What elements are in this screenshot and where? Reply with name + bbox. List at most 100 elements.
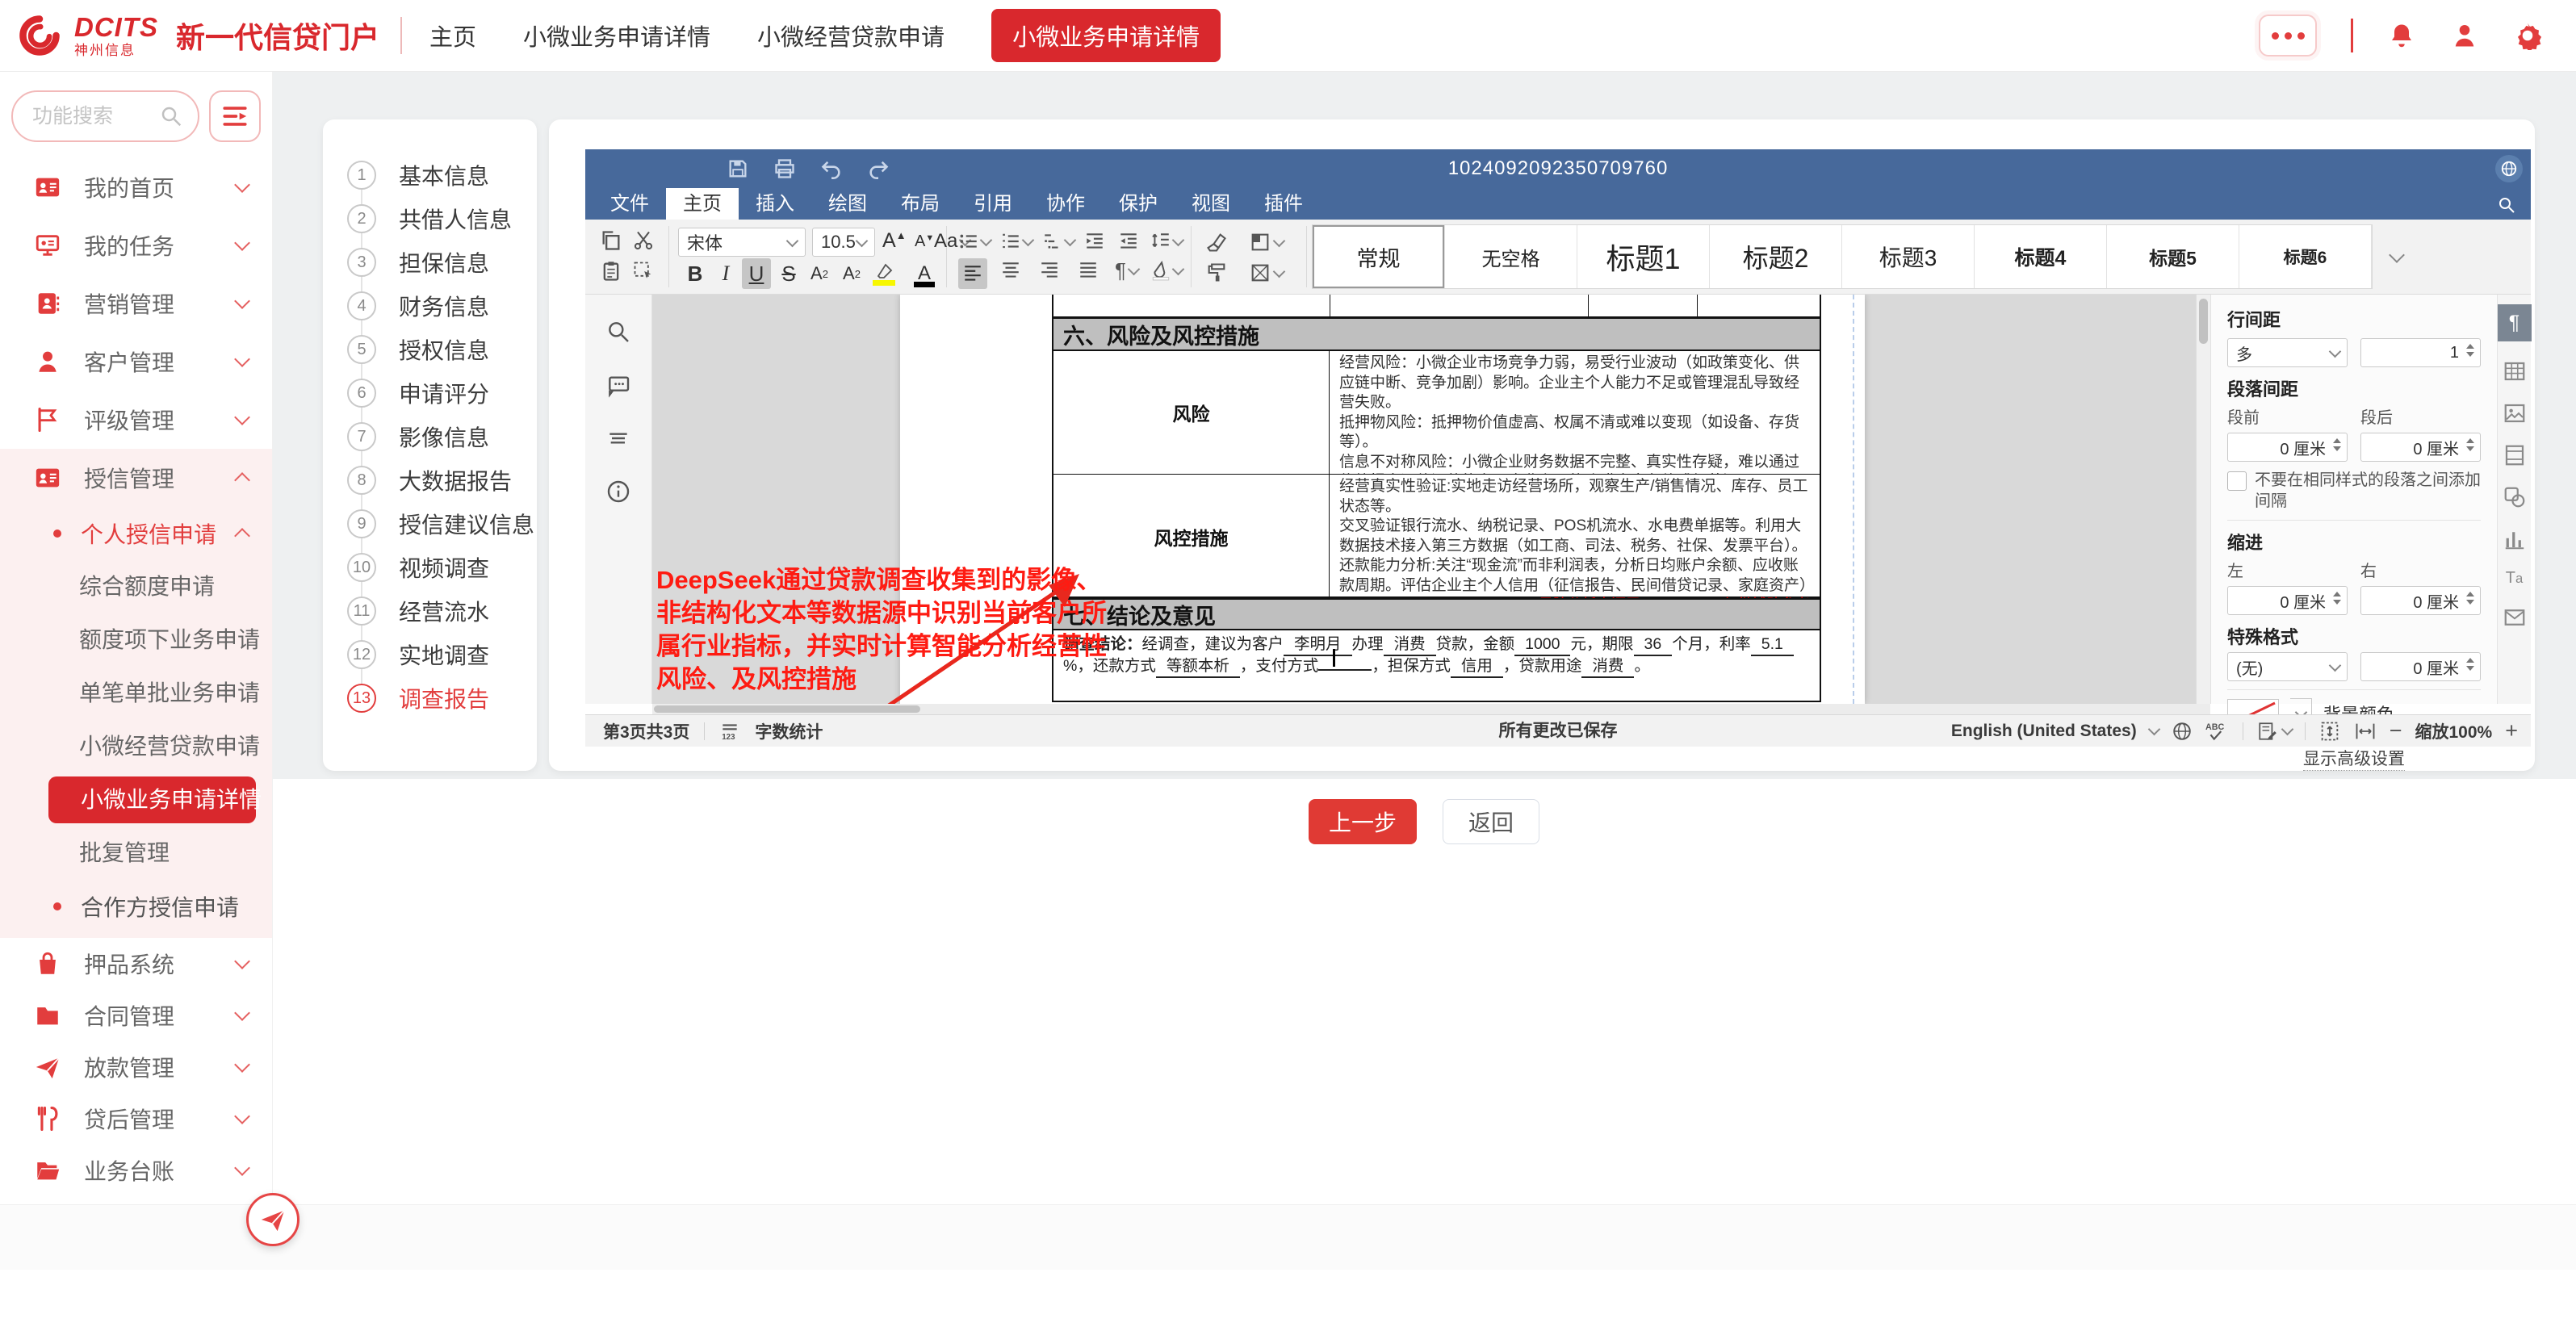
spellcheck-icon[interactable]: ABC <box>2205 721 2230 742</box>
bold-icon[interactable]: B <box>681 258 710 289</box>
info-icon[interactable] <box>605 479 631 504</box>
decrease-indent-icon[interactable] <box>1084 231 1105 252</box>
sidebar-item-post-loan[interactable]: 贷后管理 <box>0 1093 272 1145</box>
font-name-select[interactable]: 宋体 <box>678 228 806 257</box>
wizard-step[interactable]: 6 申请评分 <box>323 371 537 415</box>
align-right-icon[interactable] <box>1039 260 1060 281</box>
multilevel-list-icon[interactable] <box>1042 231 1074 252</box>
increase-font-icon[interactable]: A▲ <box>882 229 907 253</box>
find-icon[interactable] <box>605 319 631 345</box>
fit-page-icon[interactable] <box>2318 720 2341 743</box>
indent-left-stepper[interactable]: 0 厘米 <box>2227 586 2348 615</box>
format-painter-icon[interactable] <box>1205 262 1228 284</box>
sidebar-item-personal-credit[interactable]: 个人授信申请 <box>0 507 272 560</box>
horizontal-scrollbar[interactable] <box>652 704 2210 714</box>
bullet-list-icon[interactable] <box>958 231 991 252</box>
advanced-settings-link[interactable]: 显示高级设置 <box>2227 746 2481 770</box>
highlight-color-icon[interactable] <box>869 257 898 287</box>
save-icon[interactable] <box>727 157 749 180</box>
style-preset[interactable]: 标题2 <box>1710 225 1842 288</box>
table-panel-icon[interactable] <box>2503 359 2527 383</box>
sidebar-item-my-tasks[interactable]: 我的任务 <box>0 216 272 274</box>
sidebar-item-collateral[interactable]: 押品系统 <box>0 938 272 990</box>
header-tab[interactable]: 小微业务申请详情 <box>523 19 710 52</box>
align-justify-icon[interactable] <box>1078 260 1099 281</box>
editor-menu-tab[interactable]: 插件 <box>1247 188 1320 220</box>
mailmerge-panel-icon[interactable] <box>2503 605 2527 630</box>
editor-menu-tab[interactable]: 绘图 <box>811 188 884 220</box>
previous-step-button[interactable]: 上一步 <box>1309 799 1417 844</box>
back-button[interactable]: 返回 <box>1443 799 1539 844</box>
line-spacing-select[interactable]: 多 <box>2227 338 2348 367</box>
editor-menu-tab[interactable]: 协作 <box>1029 188 1102 220</box>
messages-button[interactable] <box>2259 15 2317 57</box>
wizard-step[interactable]: 2 共借人信息 <box>323 197 537 241</box>
sidebar-item-contracts[interactable]: 合同管理 <box>0 990 272 1041</box>
vertical-scrollbar[interactable] <box>2196 295 2210 704</box>
superscript-icon[interactable]: A2 <box>805 258 834 289</box>
clear-format-icon[interactable] <box>1205 231 1228 253</box>
language-selector[interactable]: English (United States) <box>1951 722 2137 741</box>
sidebar-subitem[interactable]: 综合额度申请 <box>0 560 272 613</box>
header-tab[interactable]: 小微业务申请详情 <box>991 9 1221 62</box>
sidebar-item-my-home[interactable]: 我的首页 <box>0 158 272 216</box>
textart-panel-icon[interactable]: Ta <box>2506 569 2523 588</box>
wizard-step[interactable]: 8 大数据报告 <box>323 458 537 502</box>
wizard-step[interactable]: 5 授权信息 <box>323 328 537 371</box>
style-preset[interactable]: 标题4 <box>1975 225 2107 288</box>
editor-menu-tab[interactable]: 引用 <box>957 188 1029 220</box>
wizard-step[interactable]: 12 实地调查 <box>323 633 537 676</box>
copy-icon[interactable] <box>600 229 622 252</box>
sidebar-item-disbursement[interactable]: 放款管理 <box>0 1041 272 1093</box>
globe-icon[interactable] <box>2495 155 2523 182</box>
spell-language-globe-icon[interactable] <box>2172 721 2193 742</box>
wizard-step[interactable]: 4 财务信息 <box>323 284 537 328</box>
decrease-font-icon[interactable]: A▼ <box>915 232 934 251</box>
style-gallery-more-icon[interactable] <box>2374 224 2419 289</box>
vertical-scrollbar-thumb[interactable] <box>2199 299 2208 344</box>
bell-icon[interactable] <box>2387 21 2416 50</box>
feedback-float-button[interactable] <box>246 1193 299 1246</box>
sidebar-item-ledger[interactable]: 业务台账 <box>0 1145 272 1196</box>
wizard-step[interactable]: 3 担保信息 <box>323 241 537 284</box>
sidebar-item-credit-management[interactable]: 授信管理 <box>0 449 272 507</box>
align-left-icon[interactable] <box>958 258 987 289</box>
sidebar-item-partner-credit[interactable]: 合作方授信申请 <box>0 880 272 933</box>
sidebar-item-customers[interactable]: 客户管理 <box>0 333 272 391</box>
indent-right-stepper[interactable]: 0 厘米 <box>2360 586 2481 615</box>
sidebar-item-rating[interactable]: 评级管理 <box>0 391 272 449</box>
style-preset[interactable]: 标题1 <box>1577 225 1710 288</box>
zoom-out-button[interactable]: − <box>2390 718 2402 743</box>
zoom-level[interactable]: 缩放100% <box>2415 719 2493 743</box>
header-tab[interactable]: 主页 <box>429 19 476 52</box>
user-icon[interactable] <box>2450 21 2479 50</box>
horizontal-scrollbar-thumb[interactable] <box>654 705 920 713</box>
special-format-select[interactable]: (无) <box>2227 652 2348 681</box>
style-preset[interactable]: 标题5 <box>2107 225 2239 288</box>
wizard-step[interactable]: 13 调查报告 <box>323 676 537 720</box>
style-preset[interactable]: 常规 <box>1313 225 1445 288</box>
editor-menu-tab[interactable]: 文件 <box>593 188 666 220</box>
redo-icon[interactable] <box>867 157 890 180</box>
sidebar-subitem[interactable]: 批复管理 <box>0 827 272 880</box>
subscript-icon[interactable]: A2 <box>837 258 866 289</box>
sidebar-subitem[interactable]: 小微经营贷款申请 <box>0 720 272 773</box>
editor-menu-tab[interactable]: 视图 <box>1175 188 1247 220</box>
image-panel-icon[interactable] <box>2503 401 2527 425</box>
editor-menu-tab[interactable]: 主页 <box>666 188 739 220</box>
undo-icon[interactable] <box>820 157 843 180</box>
shading-icon[interactable] <box>1150 260 1183 281</box>
strikethrough-icon[interactable]: S <box>774 258 803 289</box>
select-cursor-icon[interactable] <box>632 260 655 283</box>
header-footer-panel-icon[interactable] <box>2503 443 2527 467</box>
increase-indent-icon[interactable] <box>1118 231 1139 252</box>
wizard-step[interactable]: 11 经营流水 <box>323 589 537 633</box>
fill-color-icon[interactable] <box>1249 231 1284 253</box>
paragraph-panel-icon[interactable]: ¶ <box>2498 304 2532 341</box>
line-spacing-icon[interactable] <box>1150 231 1183 252</box>
font-size-select[interactable]: 10.5 <box>812 228 875 257</box>
wizard-step[interactable]: 1 基本信息 <box>323 153 537 197</box>
align-center-icon[interactable] <box>1000 260 1021 281</box>
shape-panel-icon[interactable] <box>2503 485 2527 509</box>
font-color-icon[interactable]: A <box>910 258 939 289</box>
